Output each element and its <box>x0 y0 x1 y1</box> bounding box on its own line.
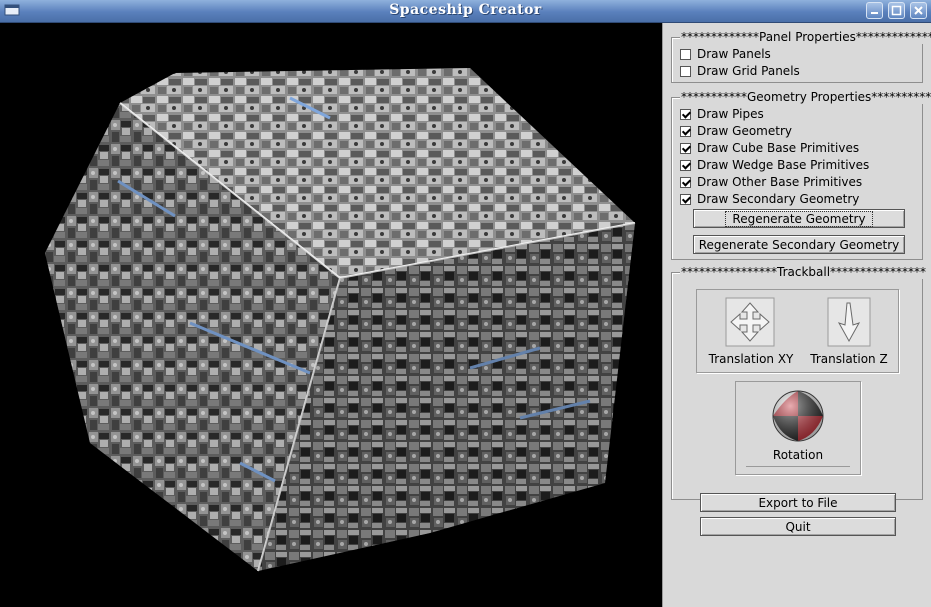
draw-grid-panels-label: Draw Grid Panels <box>697 64 800 78</box>
trackball-title: ****************Trackball***************… <box>680 265 928 279</box>
draw-cube-base-primitives-checkbox[interactable] <box>680 142 691 154</box>
draw-panels-checkbox[interactable] <box>680 48 691 60</box>
depth-arrow-icon <box>827 297 871 347</box>
panel-properties-title: *************Panel Properties***********… <box>680 30 931 44</box>
draw-geometry-checkbox[interactable] <box>680 125 691 137</box>
move-arrows-icon <box>725 297 775 347</box>
draw-pipes-checkbox-row[interactable]: Draw Pipes <box>680 106 764 122</box>
draw-wedge-base-primitives-checkbox-row[interactable]: Draw Wedge Base Primitives <box>680 157 869 173</box>
draw-secondary-geometry-checkbox-row[interactable]: Draw Secondary Geometry <box>680 191 859 207</box>
export-to-file-button[interactable]: Export to File <box>700 493 896 512</box>
control-panel: *************Panel Properties***********… <box>662 23 931 607</box>
draw-grid-panels-checkbox-row[interactable]: Draw Grid Panels <box>680 63 800 79</box>
draw-panels-label: Draw Panels <box>697 47 771 61</box>
minimize-button[interactable] <box>866 2 883 19</box>
draw-pipes-checkbox[interactable] <box>680 108 691 120</box>
draw-wedge-base-primitives-label: Draw Wedge Base Primitives <box>697 158 870 172</box>
draw-cube-base-primitives-checkbox-row[interactable]: Draw Cube Base Primitives <box>680 140 859 156</box>
export-to-file-label: Export to File <box>758 496 838 510</box>
draw-geometry-checkbox-row[interactable]: Draw Geometry <box>680 123 792 139</box>
draw-wedge-base-primitives-checkbox[interactable] <box>680 159 691 171</box>
render-viewport[interactable] <box>0 23 662 607</box>
quit-label: Quit <box>785 520 811 534</box>
draw-grid-panels-checkbox[interactable] <box>680 65 691 77</box>
draw-secondary-geometry-checkbox[interactable] <box>680 193 691 205</box>
window-title: Spaceship Creator <box>389 2 542 18</box>
geometry-properties-group: ***********Geometry Properties**********… <box>671 90 931 260</box>
rotation-divider <box>746 466 850 467</box>
draw-panels-checkbox-row[interactable]: Draw Panels <box>680 46 771 62</box>
draw-other-base-primitives-label: Draw Other Base Primitives <box>697 175 863 189</box>
draw-other-base-primitives-checkbox[interactable] <box>680 176 691 188</box>
close-button[interactable] <box>910 2 927 19</box>
rotation-ball-icon <box>772 390 824 442</box>
regenerate-secondary-geometry-button[interactable]: Regenerate Secondary Geometry <box>693 235 905 254</box>
regenerate-geometry-button[interactable]: Regenerate Geometry <box>693 209 905 228</box>
maximize-icon <box>891 5 902 16</box>
draw-geometry-label: Draw Geometry <box>697 124 792 138</box>
spaceship-cube-render <box>45 68 636 572</box>
maximize-button[interactable] <box>888 2 905 19</box>
translation-z-label: Translation Z <box>810 352 888 366</box>
rotation-controls-box: Rotation <box>735 381 861 475</box>
draw-pipes-label: Draw Pipes <box>697 107 764 121</box>
translation-controls-box: Translation XY Translation Z <box>696 289 899 373</box>
trackball-group: ****************Trackball***************… <box>671 265 928 500</box>
translation-xy-control[interactable]: Translation XY <box>701 296 801 368</box>
translation-z-control[interactable]: Translation Z <box>801 296 897 368</box>
draw-secondary-geometry-label: Draw Secondary Geometry <box>697 192 860 206</box>
title-bar: Spaceship Creator <box>0 0 931 23</box>
regenerate-geometry-label: Regenerate Geometry <box>725 211 873 227</box>
close-icon <box>914 6 923 15</box>
draw-cube-base-primitives-label: Draw Cube Base Primitives <box>697 141 860 155</box>
geometry-properties-title: ***********Geometry Properties**********… <box>680 90 931 104</box>
quit-button[interactable]: Quit <box>700 517 896 536</box>
minimize-icon <box>871 12 878 14</box>
draw-other-base-primitives-checkbox-row[interactable]: Draw Other Base Primitives <box>680 174 862 190</box>
rotation-control[interactable]: Rotation <box>736 382 860 474</box>
translation-xy-label: Translation XY <box>708 352 794 366</box>
rotation-label: Rotation <box>772 448 824 462</box>
regenerate-secondary-geometry-label: Regenerate Secondary Geometry <box>698 238 900 252</box>
panel-properties-group: *************Panel Properties***********… <box>671 30 931 83</box>
